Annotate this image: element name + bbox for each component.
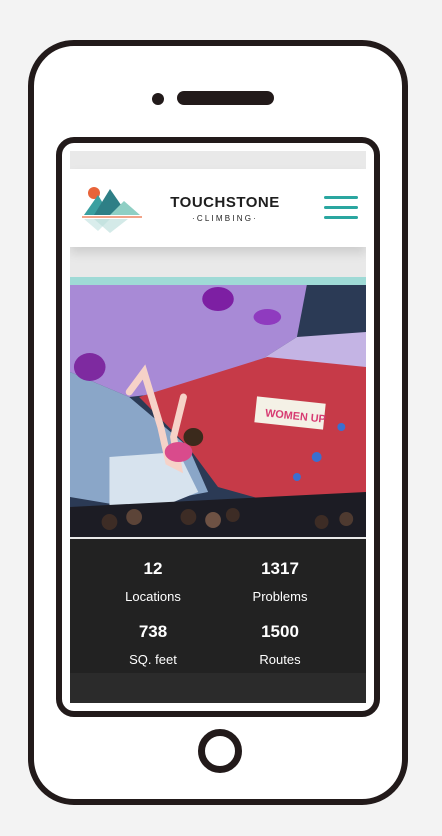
phone-frame: TOUCHSTONE ·CLIMBING· WOMEN UP 12 Locati… (28, 40, 408, 805)
phone-screen: TOUCHSTONE ·CLIMBING· WOMEN UP 12 Locati… (70, 151, 366, 703)
stats-panel: 12 Locations 1317 Problems 738 SQ. feet … (70, 539, 366, 673)
stat-routes: 1500 Routes (220, 622, 340, 667)
hamburger-menu-icon[interactable] (324, 196, 358, 220)
stat-value: 1500 (261, 622, 299, 641)
stat-label: SQ. feet (129, 652, 177, 667)
brand-name: TOUCHSTONE (170, 194, 280, 211)
phone-screen-bezel: TOUCHSTONE ·CLIMBING· WOMEN UP 12 Locati… (56, 137, 380, 717)
touchstone-logo-icon[interactable] (80, 181, 144, 233)
hero-image: WOMEN UP (70, 277, 366, 537)
stat-label: Problems (252, 589, 308, 604)
stat-locations: 12 Locations (93, 559, 213, 604)
stats-panel-footer (70, 673, 366, 703)
stat-label: Routes (259, 652, 301, 667)
brand-wordmark[interactable]: TOUCHSTONE ·CLIMBING· (170, 194, 280, 223)
climbing-wall-photo: WOMEN UP (70, 277, 366, 537)
earpiece-speaker (177, 91, 274, 105)
stat-problems: 1317 Problems (220, 559, 340, 604)
camera-dot (152, 93, 164, 105)
stat-value: 1317 (261, 559, 299, 578)
stat-value: 738 (138, 622, 168, 641)
site-header: TOUCHSTONE ·CLIMBING· (70, 169, 366, 247)
home-button[interactable] (198, 729, 242, 773)
stat-label: Locations (125, 589, 181, 604)
brand-subtitle: ·CLIMBING· (192, 214, 258, 223)
stat-value: 12 (143, 559, 163, 578)
stat-square-feet: 738 SQ. feet (93, 622, 213, 667)
